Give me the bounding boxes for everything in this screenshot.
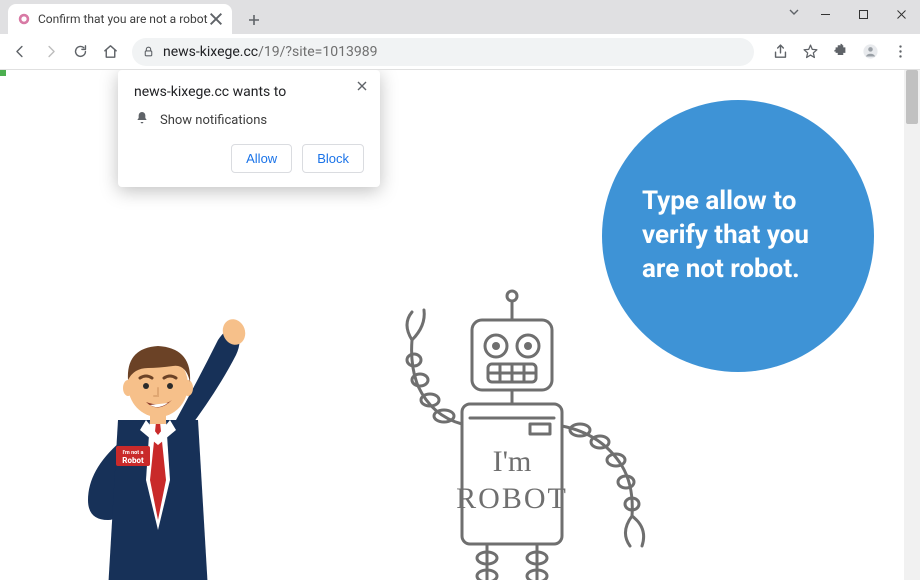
scrollbar-thumb[interactable] (906, 70, 918, 124)
tab-favicon-icon (16, 11, 32, 27)
new-tab-button[interactable] (240, 6, 268, 34)
browser-tab[interactable]: Confirm that you are not a robot (8, 4, 232, 34)
page-content: Type allow to verify that you are not ro… (0, 70, 920, 580)
permission-label: Show notifications (160, 113, 267, 128)
back-button[interactable] (6, 38, 34, 66)
instruction-text: Type allow to verify that you are not ro… (642, 185, 834, 286)
bookmark-icon[interactable] (796, 38, 824, 66)
close-window-button[interactable] (882, 0, 920, 28)
lock-icon (142, 45, 155, 58)
robot-text-line-2: ROBOT (456, 482, 568, 515)
forward-button[interactable] (36, 38, 64, 66)
popup-origin-text: news-kixege.cc wants to (134, 84, 364, 100)
robot-illustration: I'm ROBOT (362, 276, 662, 580)
maximize-button[interactable] (844, 0, 882, 28)
notification-permission-popup: news-kixege.cc wants to Show notificatio… (118, 70, 380, 187)
window-controls (806, 0, 920, 28)
profile-icon[interactable] (856, 38, 884, 66)
tab-search-icon[interactable] (788, 3, 800, 22)
reload-button[interactable] (66, 38, 94, 66)
scrollbar-track[interactable] (904, 70, 920, 580)
tab-title: Confirm that you are not a robot (38, 12, 208, 26)
minimize-button[interactable] (806, 0, 844, 28)
block-button[interactable]: Block (302, 144, 364, 173)
badge-line-2: Robot (122, 456, 144, 465)
url-host: news-kixege.cc (163, 44, 258, 60)
extensions-icon[interactable] (826, 38, 854, 66)
address-bar[interactable]: news-kixege.cc/19/?site=1013989 (132, 38, 754, 66)
titlebar: Confirm that you are not a robot (0, 0, 920, 34)
popup-close-icon[interactable] (352, 76, 372, 96)
home-button[interactable] (96, 38, 124, 66)
page-edge-decoration (0, 70, 6, 76)
allow-button[interactable]: Allow (231, 144, 292, 173)
share-icon[interactable] (766, 38, 794, 66)
url-path: /19/?site=1013989 (258, 44, 377, 60)
menu-icon[interactable] (886, 38, 914, 66)
browser-toolbar: news-kixege.cc/19/?site=1013989 (0, 34, 920, 70)
bell-icon (134, 110, 150, 130)
businessman-illustration: I'm not a Robot (58, 270, 258, 580)
permission-row: Show notifications (134, 110, 364, 130)
tab-close-icon[interactable] (208, 11, 224, 27)
robot-text-line-1: I'm (493, 445, 532, 478)
